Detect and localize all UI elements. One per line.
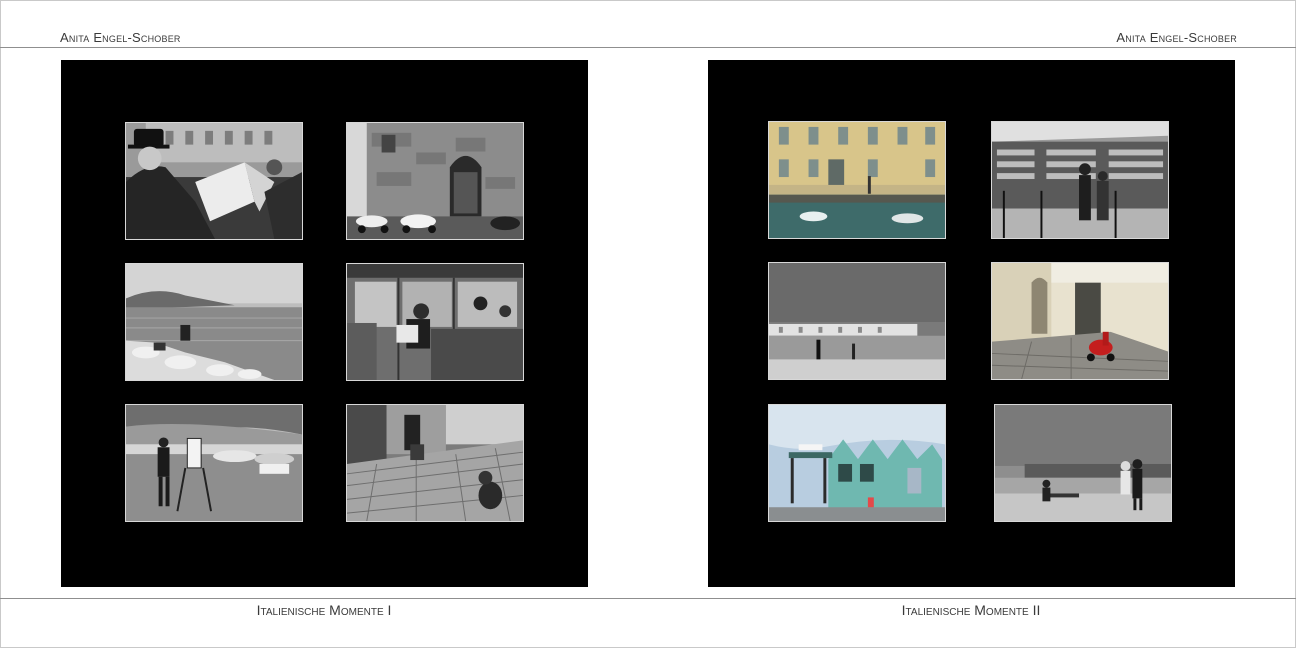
photo-beach-painter[interactable] <box>125 404 303 522</box>
author-name-left: Anita Engel-Schober <box>60 30 181 45</box>
photo-harbor-pier[interactable] <box>768 262 946 380</box>
photo-chalet-kiosk[interactable] <box>768 404 946 522</box>
photo-alley-cat[interactable] <box>346 404 524 522</box>
photo-waterfront-promenade[interactable] <box>994 404 1172 522</box>
right-page-panel <box>708 60 1235 587</box>
header-rule <box>0 47 1296 48</box>
photo-tram-passengers[interactable] <box>346 263 524 381</box>
photo-man-reading-newspaper[interactable] <box>125 122 303 240</box>
photo-seaside-rocks[interactable] <box>125 263 303 381</box>
photo-book-stall[interactable] <box>991 121 1169 239</box>
author-name-right: Anita Engel-Schober <box>1116 30 1237 45</box>
caption-left-page: Italienische Momente I <box>256 602 392 618</box>
left-page-panel <box>61 60 588 587</box>
photo-canal-boats[interactable] <box>768 121 946 239</box>
photo-stone-house-scooters[interactable] <box>346 122 524 240</box>
caption-right-page: Italienische Momente II <box>901 602 1041 618</box>
photo-red-vespa-alley[interactable] <box>991 262 1169 380</box>
footer-rule <box>0 598 1296 599</box>
